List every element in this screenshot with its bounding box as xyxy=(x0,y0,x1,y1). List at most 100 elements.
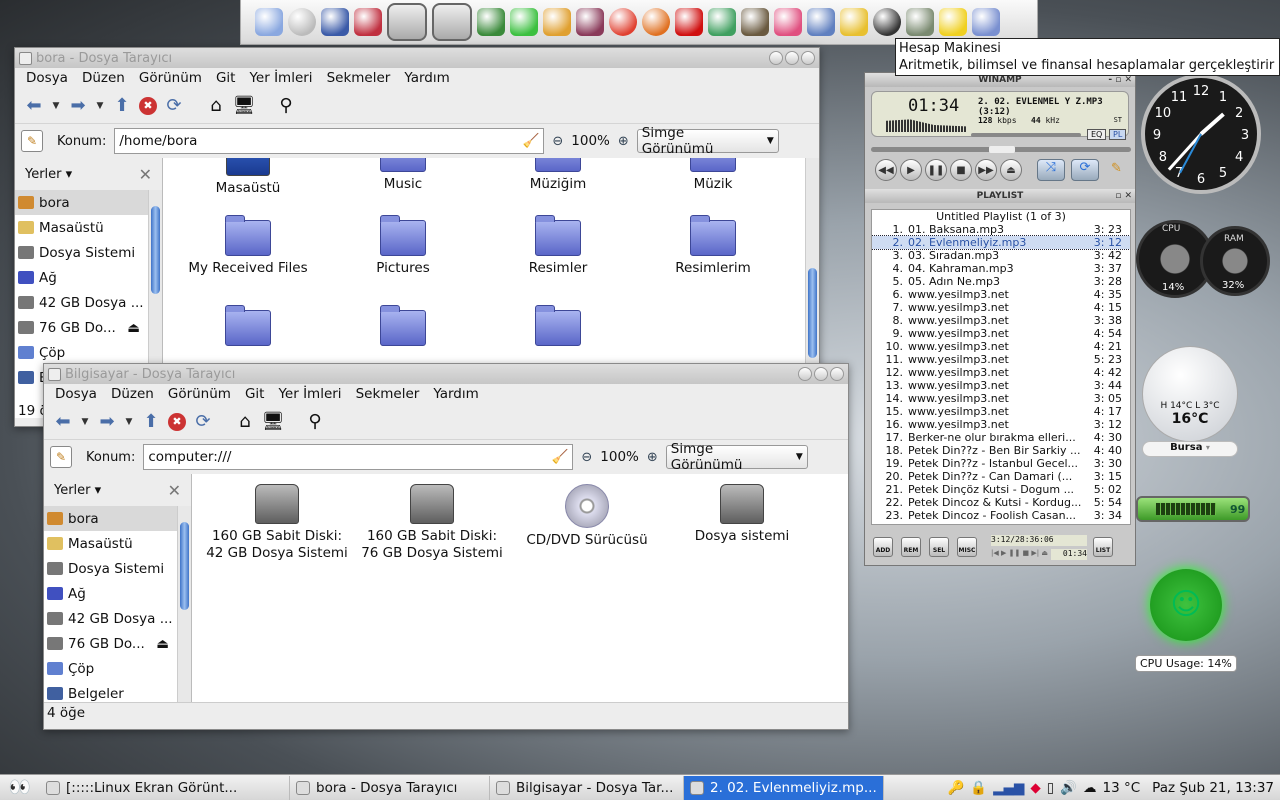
sidebar-item[interactable]: 42 GB Dosya ... xyxy=(15,290,162,315)
keyring-icon[interactable]: 🔑 xyxy=(948,780,965,796)
zoom-in-icon[interactable]: ⊕ xyxy=(647,450,658,465)
file-item[interactable]: Dosya sistemi xyxy=(667,484,817,545)
clock[interactable]: Paz Şub 21, 13:37 xyxy=(1152,780,1274,796)
playlist-title-bar[interactable]: PLAYLIST ▫ ✕ xyxy=(865,189,1135,203)
menu-6[interactable]: Yardım xyxy=(426,386,485,402)
messenger-icon[interactable] xyxy=(708,8,736,36)
stop-icon[interactable]: ✖ xyxy=(168,412,186,431)
laptop-icon[interactable] xyxy=(321,8,349,36)
sidebar-item[interactable]: 76 GB Do... ⏏ xyxy=(15,315,162,340)
package-icon[interactable] xyxy=(576,8,604,36)
playlist-item[interactable]: 9. www.yesilmp3.net 4: 54 xyxy=(872,327,1130,340)
playlist-item[interactable]: 11. www.yesilmp3.net 5: 23 xyxy=(872,353,1130,366)
taskbar-item[interactable]: Bilgisayar - Dosya Tar... xyxy=(490,775,684,800)
eject-icon[interactable]: ⏏ xyxy=(1000,159,1022,181)
playlist-rem-button[interactable]: REM xyxy=(901,537,921,557)
menu-2[interactable]: Görünüm xyxy=(132,70,209,86)
computer-icon[interactable]: 🖥 xyxy=(262,411,285,433)
playlist-item[interactable]: 5. 05. Adın Ne.mp3 3: 28 xyxy=(872,275,1130,288)
list-button[interactable]: LIST xyxy=(1093,537,1113,557)
menu-2[interactable]: Görünüm xyxy=(161,386,238,402)
sidebar-item[interactable]: Ağ xyxy=(44,581,191,606)
chevron-down-icon[interactable]: ▼ xyxy=(95,95,105,117)
book-icon[interactable] xyxy=(354,8,382,36)
minimize-button[interactable] xyxy=(769,51,783,65)
menu-0[interactable]: Dosya xyxy=(19,70,75,86)
computer-icon[interactable]: 🖥 xyxy=(233,95,256,117)
speaker-icon[interactable] xyxy=(807,8,835,36)
places-dropdown[interactable]: Yerler ▾ xyxy=(25,167,72,182)
playlist-item[interactable]: 2. 02. Evlenmeliyiz.mp3 3: 12 xyxy=(872,235,1130,250)
pause-icon[interactable]: ❚❚ xyxy=(925,159,947,181)
sidebar-item[interactable]: Masaüstü xyxy=(15,215,162,240)
playlist-sel-button[interactable]: SEL xyxy=(929,537,949,557)
amarok-icon[interactable] xyxy=(840,8,868,36)
view-select[interactable]: Simge Görünümü ▼ xyxy=(665,441,808,473)
title-bar[interactable]: Bilgisayar - Dosya Tarayıcı xyxy=(44,364,848,384)
tray-weather[interactable]: 13 °C xyxy=(1103,780,1141,796)
menu-5[interactable]: Sekmeler xyxy=(320,70,398,86)
file-item[interactable]: My Received Files xyxy=(173,215,323,277)
gnome-foot-icon[interactable] xyxy=(255,8,283,36)
power-icon[interactable] xyxy=(288,8,316,36)
menu-6[interactable]: Yardım xyxy=(397,70,456,86)
file-item[interactable]: 160 GB Sabit Diski: 76 GB Dosya Sistemi xyxy=(357,484,507,562)
reload-icon[interactable]: ⟳ xyxy=(192,411,214,433)
hard-drive-icon[interactable] xyxy=(432,3,472,41)
menu-4[interactable]: Yer İmleri xyxy=(242,70,319,86)
winamp-logo-icon[interactable]: ✎ xyxy=(1111,161,1122,176)
next-icon[interactable]: ▶▶ xyxy=(975,159,997,181)
home-icon[interactable]: ⌂ xyxy=(234,411,256,433)
eject-icon[interactable]: ⏏ xyxy=(127,320,140,336)
maximize-button[interactable] xyxy=(814,367,828,381)
reload-icon[interactable]: ⟳ xyxy=(163,95,185,117)
zoom-out-icon[interactable]: ⊖ xyxy=(552,134,563,149)
previous-icon[interactable]: ◀◀ xyxy=(875,159,897,181)
playlist-item[interactable]: 10. www.yesilmp3.net 4: 21 xyxy=(872,340,1130,353)
taskbar-item[interactable]: [:::::Linux Ekran Görünt... xyxy=(40,775,290,800)
playlist-item[interactable]: 16. www.yesilmp3.net 3: 12 xyxy=(872,418,1130,431)
playlist-item[interactable]: 7. www.yesilmp3.net 4: 15 xyxy=(872,301,1130,314)
minimize-button[interactable] xyxy=(798,367,812,381)
mini-transport-icon[interactable]: |◀ ▶ ❚❚ ■ ▶| ⏏ xyxy=(991,549,1048,557)
sidebar-scrollbar[interactable] xyxy=(177,506,191,702)
volume-slider[interactable] xyxy=(971,133,1081,137)
system-monitor-icon[interactable] xyxy=(477,8,505,36)
sidebar-item[interactable]: 42 GB Dosya ... xyxy=(44,606,191,631)
file-item[interactable] xyxy=(483,305,633,350)
sidebar-item[interactable]: Dosya Sistemi xyxy=(15,240,162,265)
calculator-icon[interactable] xyxy=(906,8,934,36)
menu-1[interactable]: Düzen xyxy=(104,386,161,402)
edit-location-icon[interactable]: ✎ xyxy=(21,130,43,152)
sidebar-item[interactable]: bora xyxy=(44,506,191,531)
sidebar-item[interactable]: Belgeler xyxy=(44,681,191,706)
forward-icon[interactable]: ➡ xyxy=(67,95,89,117)
playlist-item[interactable]: 17. Berker-ne olur bırakma elleri... 4: 30 xyxy=(872,431,1130,444)
playlist-item[interactable]: 20. Petek Din??z - Can Damari (... 3: 15 xyxy=(872,470,1130,483)
sidebar-item[interactable]: Çöp xyxy=(15,340,162,365)
picasa-icon[interactable] xyxy=(774,8,802,36)
chrome-icon[interactable] xyxy=(609,8,637,36)
close-button[interactable] xyxy=(801,51,815,65)
stop-icon[interactable]: ■ xyxy=(950,159,972,181)
zoom-in-icon[interactable]: ⊕ xyxy=(618,134,629,149)
clear-icon[interactable]: 🧹 xyxy=(552,449,569,465)
file-item[interactable]: Music xyxy=(328,158,478,193)
back-icon[interactable]: ⬅ xyxy=(23,95,45,117)
clear-icon[interactable]: 🧹 xyxy=(523,133,540,149)
playlist-item[interactable]: 14. www.yesilmp3.net 3: 05 xyxy=(872,392,1130,405)
menu-3[interactable]: Git xyxy=(238,386,272,402)
menu-0[interactable]: Dosya xyxy=(48,386,104,402)
sidebar-item[interactable]: Çöp xyxy=(44,656,191,681)
eq-toggle[interactable]: EQ xyxy=(1087,129,1107,140)
playlist-item[interactable]: 12. www.yesilmp3.net 4: 42 xyxy=(872,366,1130,379)
menu-5[interactable]: Sekmeler xyxy=(349,386,427,402)
network-signal-icon[interactable]: ▂▄▆ xyxy=(993,780,1024,796)
file-item[interactable] xyxy=(173,305,323,350)
title-bar[interactable]: bora - Dosya Tarayıcı xyxy=(15,48,819,68)
app-tray-icon[interactable]: ◆ xyxy=(1030,780,1040,796)
lock-icon[interactable]: 🔒 xyxy=(970,780,987,796)
location-input[interactable]: computer:///🧹 xyxy=(143,444,574,470)
places-dropdown[interactable]: Yerler ▾ xyxy=(54,483,101,498)
sidebar-item[interactable]: Ağ xyxy=(15,265,162,290)
